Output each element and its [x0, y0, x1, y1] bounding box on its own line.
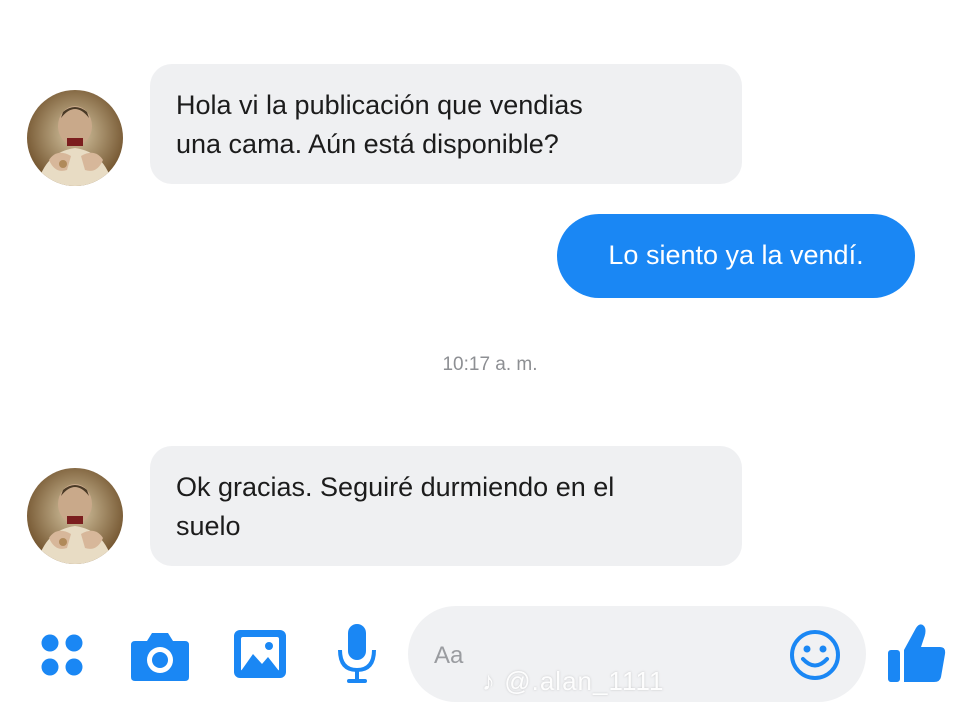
microphone-icon[interactable]	[335, 622, 379, 686]
incoming-message-bubble[interactable]: Ok gracias. Seguiré durmiendo en el suel…	[150, 446, 742, 566]
tiktok-logo-icon: ♪	[482, 666, 496, 696]
message-text-line: Ok gracias. Seguiré durmiendo en el	[176, 472, 615, 502]
watermark: ♪ @.alan_1111	[482, 666, 665, 697]
message-timestamp: 10:17 a. m.	[442, 354, 538, 375]
camera-icon[interactable]	[129, 627, 191, 685]
message-text-line: Hola vi la publicación que vendias	[176, 90, 583, 120]
apps-icon[interactable]	[38, 630, 88, 680]
like-icon[interactable]	[886, 622, 948, 686]
message-text: Lo siento ya la vendí.	[608, 240, 864, 270]
contact-avatar[interactable]	[27, 468, 123, 564]
contact-avatar[interactable]	[27, 90, 123, 186]
watermark-text: @.alan_1111	[504, 666, 665, 696]
incoming-message-bubble[interactable]: Hola vi la publicación que vendias una c…	[150, 64, 742, 184]
message-text-line: suelo	[176, 511, 241, 541]
image-icon[interactable]	[231, 626, 289, 684]
outgoing-message-bubble[interactable]: Lo siento ya la vendí.	[557, 214, 915, 298]
emoji-icon[interactable]	[788, 628, 842, 682]
message-text-line: una cama. Aún está disponible?	[176, 129, 559, 159]
